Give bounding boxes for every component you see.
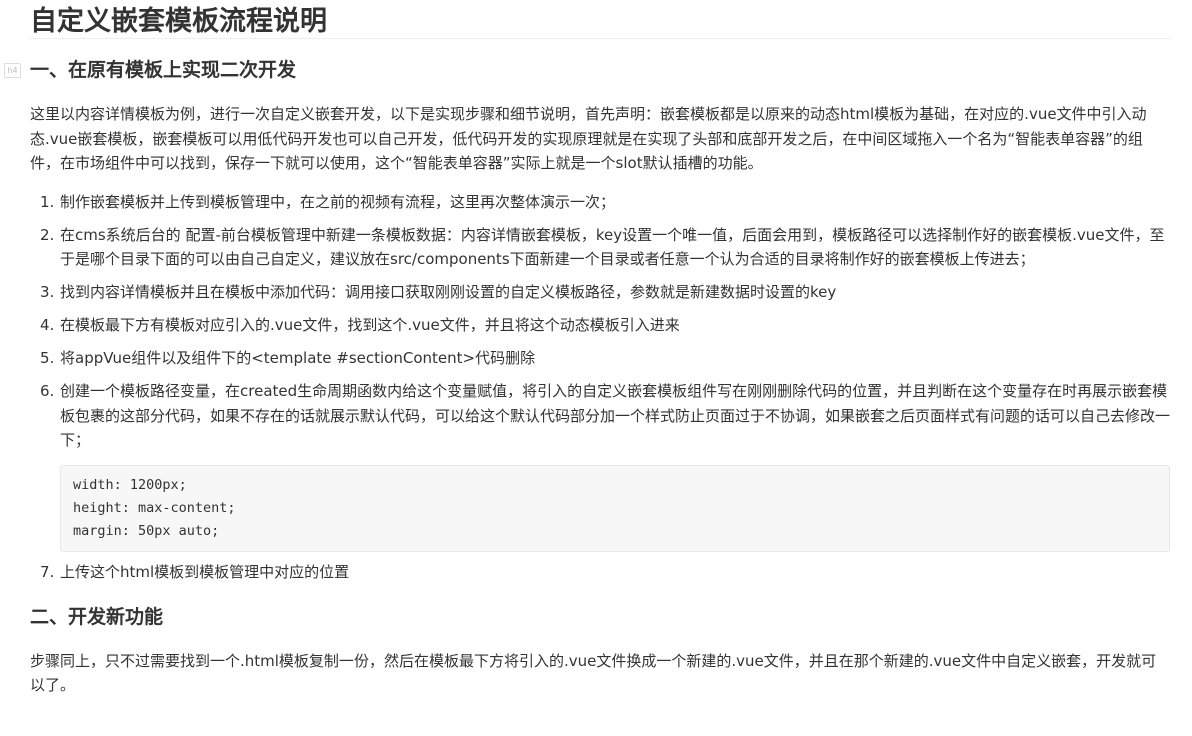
- list-item-text: 在模板最下方有模板对应引入的.vue文件，找到这个.vue文件，并且将这个动态模…: [60, 316, 680, 334]
- code-line: width: 1200px;: [73, 476, 187, 493]
- list-item: 4. 在模板最下方有模板对应引入的.vue文件，找到这个.vue文件，并且将这个…: [30, 313, 1170, 338]
- list-item-number: 5.: [40, 349, 55, 367]
- code-line: margin: 50px auto;: [73, 522, 220, 539]
- document: 自定义嵌套模板流程说明 h4 一、在原有模板上实现二次开发 这里以内容详情模板为…: [4, 0, 1170, 698]
- section-heading-2: 二、开发新功能: [30, 605, 1170, 629]
- list-item-number: 2.: [40, 225, 55, 244]
- section-heading-1-text: 一、在原有模板上实现二次开发: [30, 59, 297, 81]
- list-item-number: 4.: [40, 316, 55, 334]
- list-item-text: 在cms系统后台的 配置-前台模板管理中新建一条模板数据：内容详情嵌套模板，ke…: [60, 225, 1165, 269]
- list-item-text: 找到内容详情模板并且在模板中添加代码：调用接口获取刚刚设置的自定义模板路径，参数…: [60, 283, 837, 301]
- list-item-text: 创建一个模板路径变量，在created生命周期函数内给这个变量赋值，将引入的自定…: [60, 382, 1171, 449]
- list-item-number: 7.: [40, 563, 55, 581]
- list-item-text: 将appVue组件以及组件下的<template #sectionContent…: [60, 349, 536, 367]
- list-item: 5. 将appVue组件以及组件下的<template #sectionCont…: [30, 346, 1170, 371]
- list-item-number: 1.: [40, 192, 55, 211]
- section-1-intro: 这里以内容详情模板为例，进行一次自定义嵌套开发，以下是实现步骤和细节说明，首先声…: [30, 105, 1147, 172]
- list-item: 3. 找到内容详情模板并且在模板中添加代码：调用接口获取刚刚设置的自定义模板路径…: [30, 280, 1170, 305]
- steps-list: 1. 制作嵌套模板并上传到模板管理中，在之前的视频有流程，这里再次整体演示一次；…: [30, 190, 1170, 585]
- list-item-number: 6.: [40, 382, 55, 400]
- list-item: 6. 创建一个模板路径变量，在created生命周期函数内给这个变量赋值，将引入…: [30, 379, 1170, 552]
- section-heading-2-text: 二、开发新功能: [30, 605, 164, 628]
- list-item-number: 3.: [40, 283, 55, 301]
- code-line: height: max-content;: [73, 499, 236, 516]
- heading-level-badge[interactable]: h4: [4, 63, 21, 78]
- section-2-body: 步骤同上，只不过需要找到一个.html模板复制一份，然后在模板最下方将引入的.v…: [30, 651, 1157, 695]
- code-block: width: 1200px; height: max-content; marg…: [60, 464, 1170, 552]
- list-item-text: 制作嵌套模板并上传到模板管理中，在之前的视频有流程，这里再次整体演示一次；: [60, 192, 616, 211]
- list-item: 7. 上传这个html模板到模板管理中对应的位置: [30, 560, 1170, 585]
- list-item: 1. 制作嵌套模板并上传到模板管理中，在之前的视频有流程，这里再次整体演示一次；: [30, 190, 1170, 215]
- list-item-text: 上传这个html模板到模板管理中对应的位置: [60, 563, 350, 581]
- section-heading-1: h4 一、在原有模板上实现二次开发: [4, 58, 1170, 82]
- page-title: 自定义嵌套模板流程说明: [30, 0, 1170, 39]
- list-item: 2. 在cms系统后台的 配置-前台模板管理中新建一条模板数据：内容详情嵌套模板…: [30, 223, 1170, 272]
